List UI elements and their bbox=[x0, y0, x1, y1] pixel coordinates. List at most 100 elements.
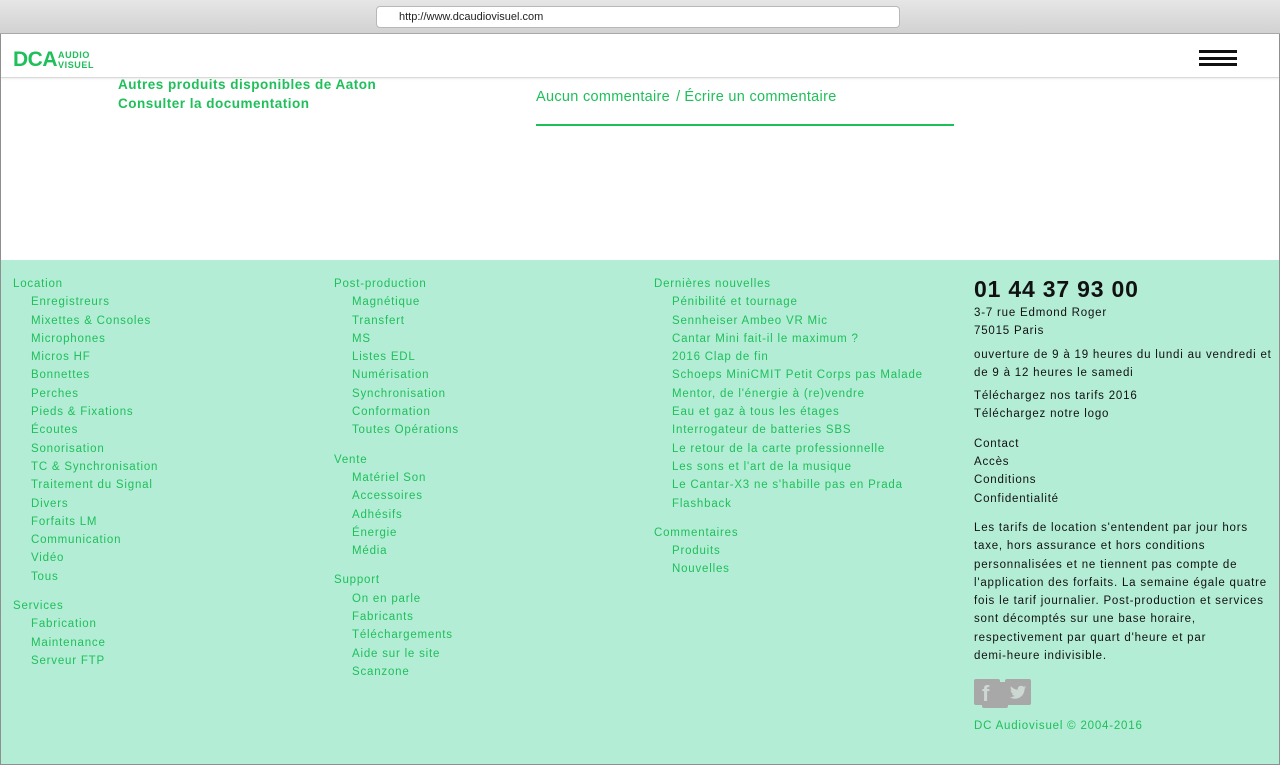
notice-line: l'application des forfaits. La semaine é… bbox=[974, 576, 1267, 589]
footer-link[interactable]: Toutes Opérations bbox=[334, 421, 459, 439]
footer-list-comments: Produits Nouvelles bbox=[654, 542, 923, 579]
footer-link[interactable]: Accessoires bbox=[334, 487, 459, 505]
write-comment-link[interactable]: Écrire un commentaire bbox=[684, 89, 836, 105]
footer-link[interactable]: Bonnettes bbox=[13, 366, 158, 384]
footer-link[interactable]: On en parle bbox=[334, 590, 459, 608]
page: DCAAUDIO VISUEL Autres produits disponibl… bbox=[0, 34, 1280, 765]
footer-heading-location[interactable]: Location bbox=[13, 275, 158, 293]
footer-link[interactable]: Communication bbox=[13, 531, 158, 549]
notice-line: demi-heure indivisible. bbox=[974, 650, 1107, 663]
no-comment-link[interactable]: Aucun commentaire bbox=[536, 89, 670, 105]
download-tarifs-link[interactable]: Téléchargez nos tarifs 2016 bbox=[974, 387, 1274, 405]
footer-heading-vente[interactable]: Vente bbox=[334, 451, 459, 469]
footer-link[interactable]: Téléchargements bbox=[334, 626, 459, 644]
footer-link[interactable]: Fabricants bbox=[334, 608, 459, 626]
footer-column-post-production: Post-production Magnétique Transfert MS … bbox=[334, 275, 459, 681]
social-links: f bbox=[974, 679, 1274, 709]
logo-sub-top: AUDIO bbox=[58, 50, 90, 60]
footer-column-location: Location Enregistreurs Mixettes & Consol… bbox=[13, 275, 158, 670]
footer-link[interactable]: Écoutes bbox=[13, 421, 158, 439]
footer-link[interactable]: Mixettes & Consoles bbox=[13, 312, 158, 330]
footer-link[interactable]: Magnétique bbox=[334, 293, 459, 311]
footer-link[interactable]: Forfaits LM bbox=[13, 513, 158, 531]
footer-link[interactable]: MS bbox=[334, 330, 459, 348]
footer-link[interactable]: Nouvelles bbox=[654, 560, 923, 578]
address-bar-url: http://www.dcaudiovisuel.com bbox=[399, 11, 544, 23]
footer-link[interactable]: Cantar Mini fait-il le maximum ? bbox=[654, 330, 923, 348]
footer-heading-services[interactable]: Services bbox=[13, 597, 158, 615]
footer-heading-support[interactable]: Support bbox=[334, 571, 459, 589]
footer-list-support: On en parle Fabricants Téléchargements A… bbox=[334, 590, 459, 681]
footer-link[interactable]: Média bbox=[334, 542, 459, 560]
footer-link[interactable]: Aide sur le site bbox=[334, 645, 459, 663]
footer-list-vente: Matériel Son Accessoires Adhésifs Énergi… bbox=[334, 469, 459, 560]
documentation-link[interactable]: Consulter la documentation bbox=[118, 94, 376, 113]
footer-link[interactable]: Microphones bbox=[13, 330, 158, 348]
opening-hours-1: ouverture de 9 à 19 heures du lundi au v… bbox=[974, 348, 1272, 361]
footer-link[interactable]: Pieds & Fixations bbox=[13, 403, 158, 421]
footer-link[interactable]: Pénibilité et tournage bbox=[654, 293, 923, 311]
footer-list-services: Fabrication Maintenance Serveur FTP bbox=[13, 615, 158, 670]
hamburger-menu-icon[interactable] bbox=[1199, 50, 1237, 66]
footer-link[interactable]: Divers bbox=[13, 495, 158, 513]
notice-line: Les tarifs de location s'entendent par j… bbox=[974, 521, 1248, 534]
footer-link[interactable]: Fabrication bbox=[13, 615, 158, 633]
footer-link[interactable]: Tous bbox=[13, 568, 158, 586]
footer-heading-post-production[interactable]: Post-production bbox=[334, 275, 459, 293]
footer-link[interactable]: 2016 Clap de fin bbox=[654, 348, 923, 366]
footer-link[interactable]: Perches bbox=[13, 385, 158, 403]
footer-link[interactable]: Le retour de la carte professionnelle bbox=[654, 440, 923, 458]
footer-link[interactable]: Micros HF bbox=[13, 348, 158, 366]
footer-link[interactable]: Conformation bbox=[334, 403, 459, 421]
address-line-1: 3-7 rue Edmond Roger bbox=[974, 307, 1107, 319]
download-logo-link[interactable]: Téléchargez notre logo bbox=[974, 405, 1274, 423]
main-content: Autres produits disponibles de Aaton Con… bbox=[1, 77, 1279, 260]
footer-link[interactable]: Sonorisation bbox=[13, 440, 158, 458]
facebook-icon[interactable]: f bbox=[974, 679, 1008, 709]
footer-link[interactable]: Le Cantar-X3 ne s'habille pas en Prada bbox=[654, 476, 923, 494]
footer-link[interactable]: Flashback bbox=[654, 495, 923, 513]
footer-link[interactable]: Produits bbox=[654, 542, 923, 560]
footer-link[interactable]: Traitement du Signal bbox=[13, 476, 158, 494]
footer-heading-news[interactable]: Dernières nouvelles bbox=[654, 275, 923, 293]
address-bar[interactable]: http://www.dcaudiovisuel.com bbox=[376, 6, 900, 28]
logo-sub-bottom: VISUEL bbox=[58, 60, 95, 70]
footer-link[interactable]: Serveur FTP bbox=[13, 652, 158, 670]
footer-link[interactable]: Matériel Son bbox=[334, 469, 459, 487]
phone-number: 01 44 37 93 00 bbox=[974, 276, 1139, 302]
footer-link[interactable]: Maintenance bbox=[13, 634, 158, 652]
footer-heading-comments[interactable]: Commentaires bbox=[654, 524, 923, 542]
footer-link[interactable]: Transfert bbox=[334, 312, 459, 330]
footer-link[interactable]: Interrogateur de batteries SBS bbox=[654, 421, 923, 439]
footer-link[interactable]: Eau et gaz à tous les étages bbox=[654, 403, 923, 421]
conditions-link[interactable]: Conditions bbox=[974, 471, 1274, 489]
notice-line: fois le tarif journalier. Post-productio… bbox=[974, 595, 1264, 608]
comments-separator: / bbox=[676, 89, 681, 105]
footer-link[interactable]: Mentor, de l'énergie à (re)vendre bbox=[654, 385, 923, 403]
logo-main: DCA bbox=[13, 48, 58, 71]
access-link[interactable]: Accès bbox=[974, 453, 1274, 471]
contact-link[interactable]: Contact bbox=[974, 435, 1274, 453]
footer-link[interactable]: Schoeps MiniCMIT Petit Corps pas Malade bbox=[654, 366, 923, 384]
privacy-link[interactable]: Confidentialité bbox=[974, 490, 1274, 508]
footer-link[interactable]: Scanzone bbox=[334, 663, 459, 681]
notice-line: respectivement par quart d'heure et par bbox=[974, 631, 1207, 644]
footer-link[interactable]: Sennheiser Ambeo VR Mic bbox=[654, 312, 923, 330]
footer-link[interactable]: Vidéo bbox=[13, 549, 158, 567]
footer-link[interactable]: Synchronisation bbox=[334, 385, 459, 403]
comments-bar: Aucun commentaire / Écrire un commentaire bbox=[536, 88, 954, 126]
footer-link[interactable]: TC & Synchronisation bbox=[13, 458, 158, 476]
footer-link[interactable]: Adhésifs bbox=[334, 506, 459, 524]
twitter-icon[interactable] bbox=[1005, 679, 1031, 706]
address-line-2: 75015 Paris bbox=[974, 325, 1045, 338]
footer-link[interactable]: Enregistreurs bbox=[13, 293, 158, 311]
site-header: DCAAUDIO VISUEL bbox=[1, 34, 1279, 78]
notice-line: taxe, hors assurance et hors conditions bbox=[974, 540, 1206, 553]
site-footer: Location Enregistreurs Mixettes & Consol… bbox=[1, 260, 1279, 764]
footer-column-news: Dernières nouvelles Pénibilité et tourna… bbox=[654, 275, 923, 579]
footer-link[interactable]: Listes EDL bbox=[334, 348, 459, 366]
site-logo[interactable]: DCAAUDIO VISUEL bbox=[13, 48, 94, 72]
footer-link[interactable]: Énergie bbox=[334, 524, 459, 542]
footer-link[interactable]: Les sons et l'art de la musique bbox=[654, 458, 923, 476]
footer-link[interactable]: Numérisation bbox=[334, 366, 459, 384]
